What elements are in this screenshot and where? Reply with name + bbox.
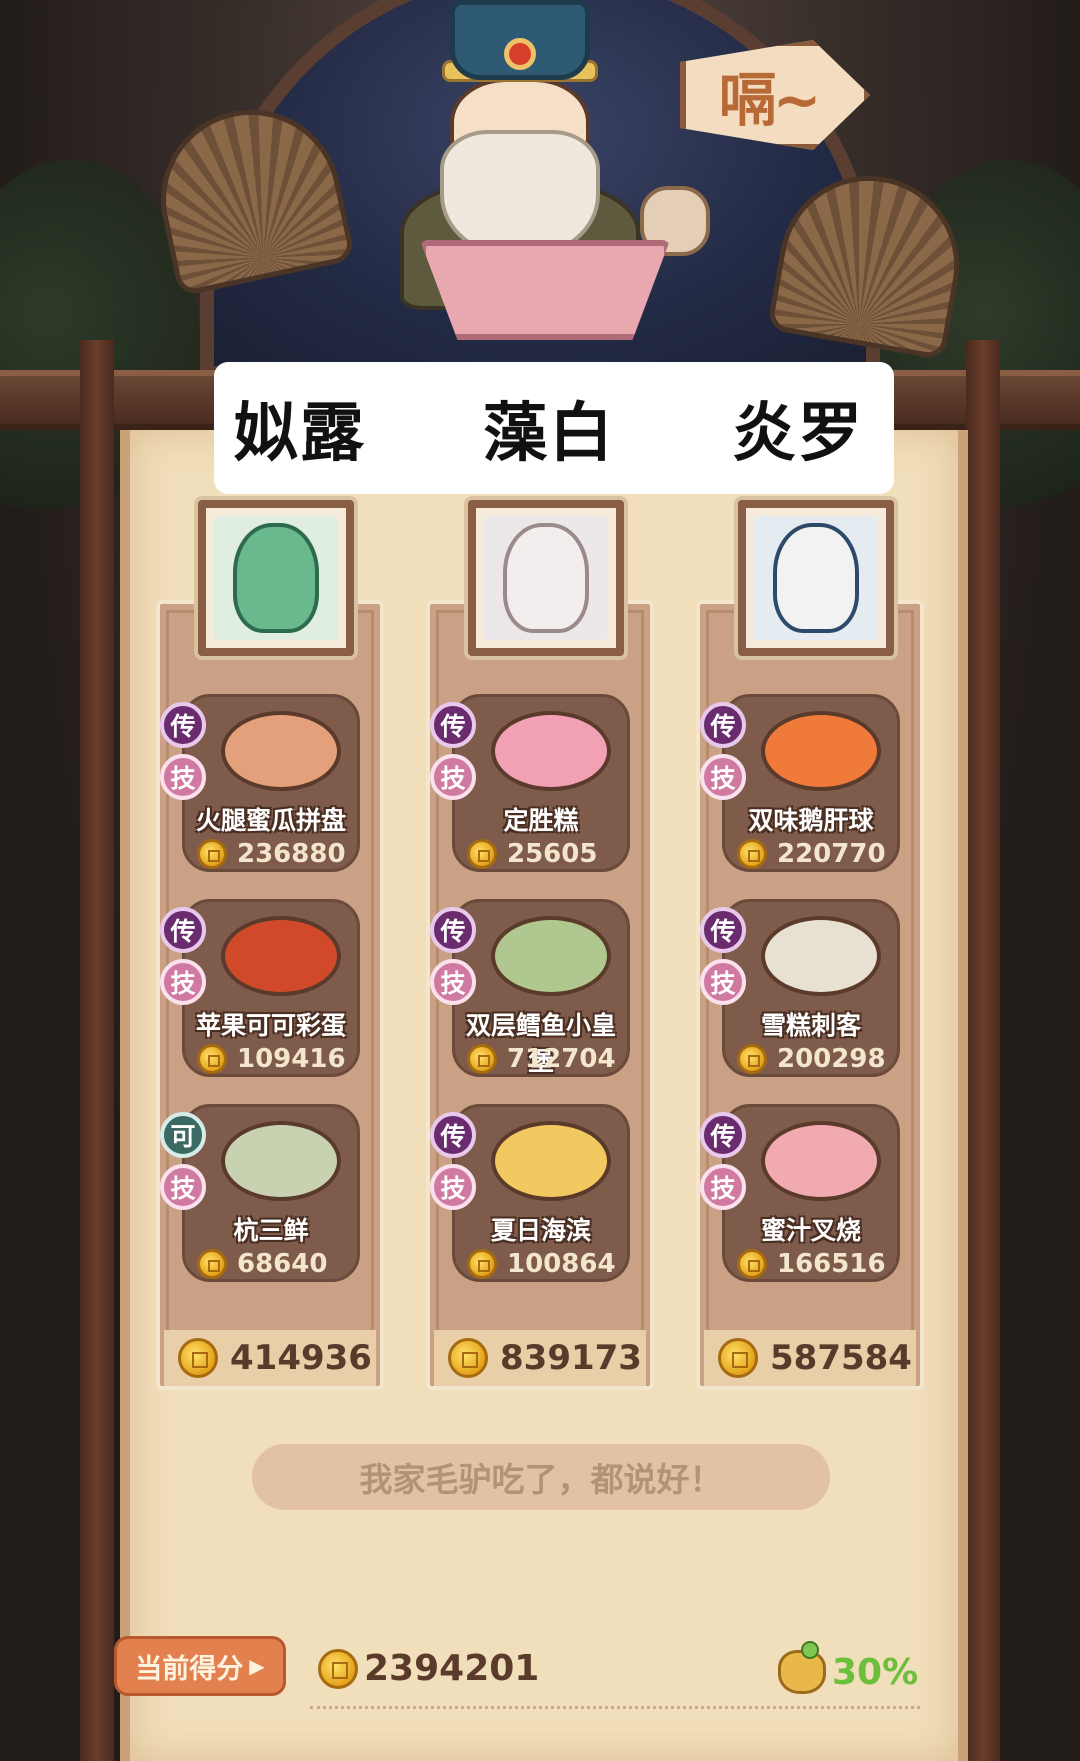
panda-official-avatar <box>773 523 859 633</box>
dish-image <box>491 916 611 996</box>
column-total-3: 587584 <box>704 1330 916 1386</box>
dish-card[interactable]: 双层鳕鱼小皇堡 712704 <box>452 899 630 1077</box>
dish-card[interactable]: 夏日海滨 100864 <box>452 1104 630 1282</box>
chef-portrait-1[interactable] <box>198 500 354 656</box>
dish-score: 200298 <box>777 1044 886 1074</box>
dish-card[interactable]: 杭三鲜 68640 <box>182 1104 360 1282</box>
dish-card[interactable]: 火腿蜜瓜拼盘 236880 <box>182 694 360 872</box>
dish-image <box>221 1121 341 1201</box>
legend-badge: 传 <box>430 702 476 748</box>
dish-score: 100864 <box>507 1249 616 1279</box>
available-badge: 可 <box>160 1112 206 1158</box>
gold-coin-icon <box>318 1648 358 1689</box>
skill-badge: 技 <box>430 1164 476 1210</box>
dish-image <box>761 1121 881 1201</box>
dish-card[interactable]: 蜜汁叉烧 166516 <box>722 1104 900 1282</box>
dish-image <box>761 916 881 996</box>
current-score-label: 当前得分 ▶ <box>114 1636 286 1696</box>
dish-score: 220770 <box>777 839 886 869</box>
dish-card[interactable]: 苹果可可彩蛋 109416 <box>182 899 360 1077</box>
play-arrow-icon: ▶ <box>249 1654 265 1678</box>
dish-card[interactable]: 双味鹅肝球 220770 <box>722 694 900 872</box>
current-score-value: 2394201 <box>364 1648 540 1689</box>
judge-quote: 我家毛驴吃了，都说好！ <box>252 1444 830 1510</box>
dish-name: 杭三鲜 <box>233 1216 309 1245</box>
money-bag-icon <box>778 1641 826 1694</box>
gold-coin-icon <box>718 1338 758 1378</box>
skill-badge: 技 <box>700 754 746 800</box>
game-screen: 嗝~ 姒露 藻白 炎罗 火腿蜜瓜拼盘 236880 苹果可可彩蛋 109416 … <box>0 0 1080 1761</box>
chef-portrait-2[interactable] <box>468 500 624 656</box>
dish-card[interactable]: 定胜糕 25605 <box>452 694 630 872</box>
legend-badge: 传 <box>700 907 746 953</box>
dish-image <box>221 916 341 996</box>
dish-score: 25605 <box>507 839 598 869</box>
post-left <box>80 340 114 1761</box>
chef-name-3: 炎罗 <box>732 396 864 471</box>
dish-image <box>221 711 341 791</box>
divider <box>310 1706 920 1709</box>
skill-badge: 技 <box>700 959 746 1005</box>
speech-bubble-text: 嗝~ <box>718 66 822 134</box>
chef-name-2: 藻白 <box>483 396 615 471</box>
skill-badge: 技 <box>430 959 476 1005</box>
current-score: 2394201 <box>318 1648 539 1689</box>
skill-badge: 技 <box>700 1164 746 1210</box>
dish-score: 68640 <box>237 1249 328 1279</box>
gold-coin-icon <box>737 1249 767 1279</box>
gold-coin-icon <box>737 839 767 869</box>
legend-badge: 传 <box>700 702 746 748</box>
dish-score: 166516 <box>777 1249 886 1279</box>
post-right <box>966 340 1000 1761</box>
skill-badge: 技 <box>160 1164 206 1210</box>
name-banner: 姒露 藻白 炎罗 <box>214 362 894 494</box>
skill-badge: 技 <box>160 754 206 800</box>
gold-coin-icon <box>467 839 497 869</box>
dish-score: 712704 <box>507 1044 616 1074</box>
gold-coin-icon <box>197 839 227 869</box>
gold-coin-icon <box>178 1338 218 1378</box>
skill-badge: 技 <box>160 959 206 1005</box>
dish-name: 雪糕刺客 <box>760 1011 861 1040</box>
gold-coin-icon <box>197 1249 227 1279</box>
legend-badge: 传 <box>430 907 476 953</box>
dish-name: 夏日海滨 <box>490 1216 591 1245</box>
dish-image <box>491 1121 611 1201</box>
legend-badge: 传 <box>430 1112 476 1158</box>
column-total-2: 839173 <box>434 1330 646 1386</box>
score-label-text: 当前得分 <box>135 1653 244 1685</box>
column-total-1: 414936 <box>164 1330 376 1386</box>
legend-badge: 传 <box>700 1112 746 1158</box>
gold-coin-icon <box>448 1338 488 1378</box>
dish-name: 定胜糕 <box>503 806 579 835</box>
gold-coin-icon <box>737 1044 767 1074</box>
green-scholar-avatar <box>233 523 319 633</box>
dish-name: 双味鹅肝球 <box>748 806 874 835</box>
total-value: 587584 <box>770 1338 912 1378</box>
total-value: 414936 <box>230 1338 372 1378</box>
skill-badge: 技 <box>430 754 476 800</box>
gold-coin-icon <box>467 1249 497 1279</box>
gold-coin-icon <box>467 1044 497 1074</box>
dish-score: 109416 <box>237 1044 346 1074</box>
dish-image <box>491 711 611 791</box>
dish-name: 火腿蜜瓜拼盘 <box>195 806 346 835</box>
chef-name-1: 姒露 <box>234 396 366 471</box>
bonus-percent: 30% <box>832 1651 919 1693</box>
bonus-indicator: 30% <box>778 1641 919 1694</box>
dish-name: 蜜汁叉烧 <box>760 1216 861 1245</box>
dish-card[interactable]: 雪糕刺客 200298 <box>722 899 900 1077</box>
chef-bun-avatar <box>503 523 589 633</box>
gold-coin-icon <box>197 1044 227 1074</box>
total-value: 839173 <box>500 1338 642 1378</box>
chef-portrait-3[interactable] <box>738 500 894 656</box>
legend-badge: 传 <box>160 702 206 748</box>
dish-score: 236880 <box>237 839 346 869</box>
legend-badge: 传 <box>160 907 206 953</box>
dish-name: 苹果可可彩蛋 <box>195 1011 346 1040</box>
pink-table <box>420 240 670 340</box>
dish-image <box>761 711 881 791</box>
